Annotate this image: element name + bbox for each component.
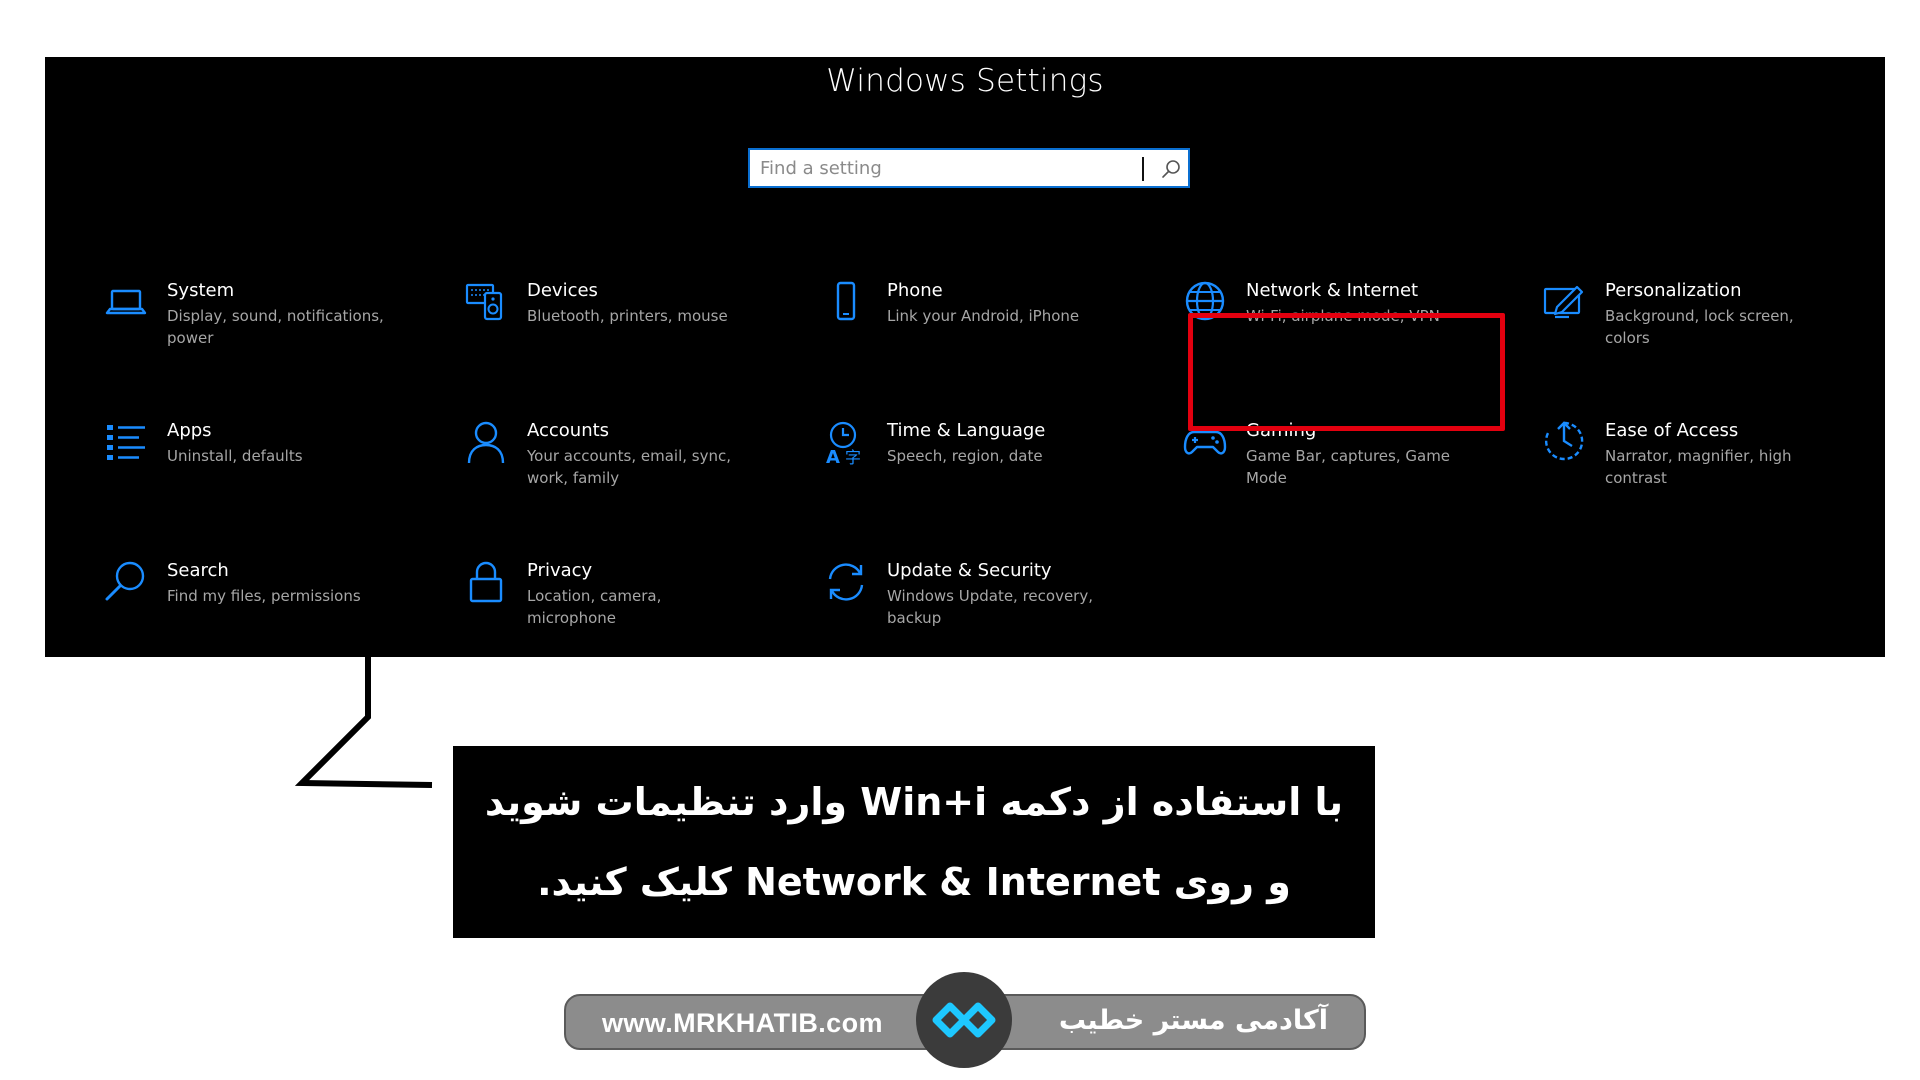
- tile-search[interactable]: Search Find my files, permissions: [103, 559, 403, 659]
- tile-update-security[interactable]: Update & Security Windows Update, recove…: [823, 559, 1123, 659]
- tile-title: Personalization: [1605, 280, 1742, 301]
- tile-description: Background, lock screen, colors: [1605, 307, 1794, 347]
- tile-system[interactable]: System Display, sound, notifications, po…: [103, 279, 403, 379]
- tile-ease-of-access[interactable]: Ease of Access Narrator, magnifier, high…: [1541, 419, 1841, 519]
- tile-description: Narrator, magnifier, high contrast: [1605, 447, 1792, 487]
- tile-gaming[interactable]: Gaming Game Bar, captures, Game Mode: [1182, 419, 1482, 519]
- tile-privacy[interactable]: Privacy Location, camera, microphone: [463, 559, 763, 659]
- tile-title: Accounts: [527, 420, 610, 441]
- ease-of-access-icon: [1541, 419, 1587, 465]
- instruction-box: با استفاده از دکمه Win+i وارد تنظیمات شو…: [453, 746, 1375, 938]
- svg-text:字: 字: [845, 448, 861, 465]
- search-magnifier-icon: [103, 559, 149, 605]
- tile-title: Search: [167, 560, 229, 581]
- laptop-icon: [103, 279, 149, 325]
- tile-title: Network & Internet: [1246, 280, 1419, 301]
- tile-phone[interactable]: Phone Link your Android, iPhone: [823, 279, 1123, 379]
- search-icon[interactable]: [1160, 158, 1182, 180]
- tile-title: Apps: [167, 420, 212, 441]
- callout-pointer: [294, 657, 433, 788]
- time-language-icon: A 字: [823, 419, 869, 465]
- devices-icon: [463, 279, 509, 325]
- search-box[interactable]: [748, 148, 1190, 188]
- text-caret: [1142, 157, 1144, 181]
- tile-apps[interactable]: Apps Uninstall, defaults: [103, 419, 403, 519]
- tile-description: Bluetooth, printers, mouse: [527, 307, 728, 325]
- tile-time-language[interactable]: A 字 Time & Language Speech, region, date: [823, 419, 1123, 519]
- tile-description: Link your Android, iPhone: [887, 307, 1080, 325]
- tile-title: Privacy: [527, 560, 593, 581]
- pen-monitor-icon: [1541, 279, 1587, 325]
- svg-text:A: A: [826, 447, 840, 465]
- settings-window: Windows Settings System Display, sound, …: [45, 57, 1885, 657]
- tutorial-canvas: Windows Settings System Display, sound, …: [0, 0, 1920, 1080]
- search-input[interactable]: [760, 150, 1120, 186]
- tile-title: Devices: [527, 280, 598, 301]
- tile-description: Your accounts, email, sync, work, family: [527, 447, 732, 487]
- tile-title: System: [167, 280, 235, 301]
- tile-title: Ease of Access: [1605, 420, 1739, 441]
- person-icon: [463, 419, 509, 465]
- tile-devices[interactable]: Devices Bluetooth, printers, mouse: [463, 279, 763, 379]
- brand-logo-icon: [916, 972, 1012, 1068]
- tile-title: Update & Security: [887, 560, 1052, 581]
- tile-description: Uninstall, defaults: [167, 447, 303, 465]
- instruction-line-2: و روی Network & Internet کلیک کنید.: [537, 860, 1291, 904]
- tile-description: Game Bar, captures, Game Mode: [1246, 447, 1451, 487]
- tile-accounts[interactable]: Accounts Your accounts, email, sync, wor…: [463, 419, 763, 519]
- tile-description: Display, sound, notifications, power: [167, 307, 384, 347]
- network-highlight-box: [1188, 313, 1505, 431]
- tile-description: Location, camera, microphone: [527, 587, 662, 627]
- apps-list-icon: [103, 419, 149, 465]
- brand-url-link[interactable]: www.MRKHATIB.com: [602, 1008, 883, 1039]
- window-title: Windows Settings: [826, 63, 1104, 99]
- tile-description: Windows Update, recovery, backup: [887, 587, 1093, 627]
- sync-arrows-icon: [823, 559, 869, 605]
- instruction-line-1: با استفاده از دکمه Win+i وارد تنظیمات شو…: [484, 780, 1344, 824]
- brand-name: آکادمی مستر خطیب: [1058, 1005, 1328, 1036]
- phone-icon: [823, 279, 869, 325]
- tile-description: Speech, region, date: [887, 447, 1043, 465]
- tile-description: Find my files, permissions: [167, 587, 361, 605]
- tile-personalization[interactable]: Personalization Background, lock screen,…: [1541, 279, 1841, 379]
- tile-title: Time & Language: [887, 420, 1046, 441]
- tile-title: Phone: [887, 280, 943, 301]
- lock-icon: [463, 559, 509, 605]
